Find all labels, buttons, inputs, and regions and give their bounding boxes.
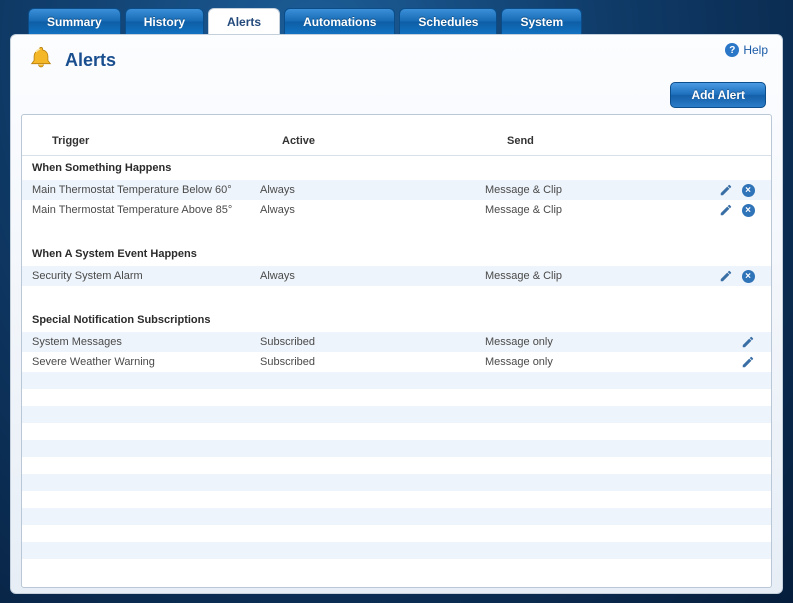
- row-send: Message only: [485, 336, 625, 348]
- edit-icon[interactable]: [719, 203, 733, 217]
- tab-bar: SummaryHistoryAlertsAutomationsSchedules…: [28, 8, 783, 34]
- row-send: Message & Clip: [485, 184, 625, 196]
- row-trigger: Main Thermostat Temperature Above 85°: [32, 204, 260, 216]
- alerts-grid: Trigger Active Send When Something Happe…: [21, 114, 772, 588]
- tab-summary[interactable]: Summary: [28, 8, 121, 34]
- tab-automations[interactable]: Automations: [284, 8, 395, 34]
- column-header-active: Active: [282, 135, 507, 147]
- column-headers: Trigger Active Send: [22, 115, 771, 155]
- help-label: Help: [743, 43, 768, 57]
- row-send: Message & Clip: [485, 270, 625, 282]
- row-actions: ×: [625, 269, 761, 283]
- edit-icon[interactable]: [719, 269, 733, 283]
- row-trigger: Severe Weather Warning: [32, 356, 260, 368]
- table-row: Security System AlarmAlwaysMessage & Cli…: [22, 266, 771, 286]
- row-active: Subscribed: [260, 336, 485, 348]
- page-title: Alerts: [65, 50, 116, 71]
- row-actions: [625, 355, 761, 369]
- row-active: Always: [260, 204, 485, 216]
- tab-system[interactable]: System: [501, 8, 582, 34]
- table-row: System MessagesSubscribedMessage only: [22, 332, 771, 352]
- row-trigger: Main Thermostat Temperature Below 60°: [32, 184, 260, 196]
- edit-icon[interactable]: [741, 355, 755, 369]
- row-active: Always: [260, 270, 485, 282]
- section-header: When A System Event Happens: [22, 242, 771, 266]
- tab-alerts[interactable]: Alerts: [208, 8, 280, 34]
- row-trigger: Security System Alarm: [32, 270, 260, 282]
- tab-schedules[interactable]: Schedules: [399, 8, 497, 34]
- edit-icon[interactable]: [719, 183, 733, 197]
- page-title-row: Alerts: [27, 45, 772, 76]
- delete-icon[interactable]: ×: [741, 183, 755, 197]
- row-actions: ×: [625, 203, 761, 217]
- section-header: Special Notification Subscriptions: [22, 308, 771, 332]
- row-active: Always: [260, 184, 485, 196]
- column-header-trigger: Trigger: [52, 135, 282, 147]
- row-send: Message only: [485, 356, 625, 368]
- help-link[interactable]: ? Help: [725, 43, 768, 57]
- row-actions: [625, 335, 761, 349]
- alerts-scroll-area[interactable]: When Something HappensMain Thermostat Te…: [22, 156, 771, 587]
- table-row: Main Thermostat Temperature Below 60°Alw…: [22, 180, 771, 200]
- add-alert-button[interactable]: Add Alert: [670, 82, 766, 108]
- table-row: Severe Weather WarningSubscribedMessage …: [22, 352, 771, 372]
- row-send: Message & Clip: [485, 204, 625, 216]
- row-trigger: System Messages: [32, 336, 260, 348]
- delete-icon[interactable]: ×: [741, 269, 755, 283]
- bell-icon: [27, 45, 55, 76]
- column-header-send: Send: [507, 135, 657, 147]
- section-header: When Something Happens: [22, 156, 771, 180]
- delete-icon[interactable]: ×: [741, 203, 755, 217]
- table-row: Main Thermostat Temperature Above 85°Alw…: [22, 200, 771, 220]
- tab-history[interactable]: History: [125, 8, 204, 34]
- row-actions: ×: [625, 183, 761, 197]
- help-icon: ?: [725, 43, 739, 57]
- row-active: Subscribed: [260, 356, 485, 368]
- main-panel: ? Help Alerts Add Alert Trigger Active S…: [10, 34, 783, 594]
- edit-icon[interactable]: [741, 335, 755, 349]
